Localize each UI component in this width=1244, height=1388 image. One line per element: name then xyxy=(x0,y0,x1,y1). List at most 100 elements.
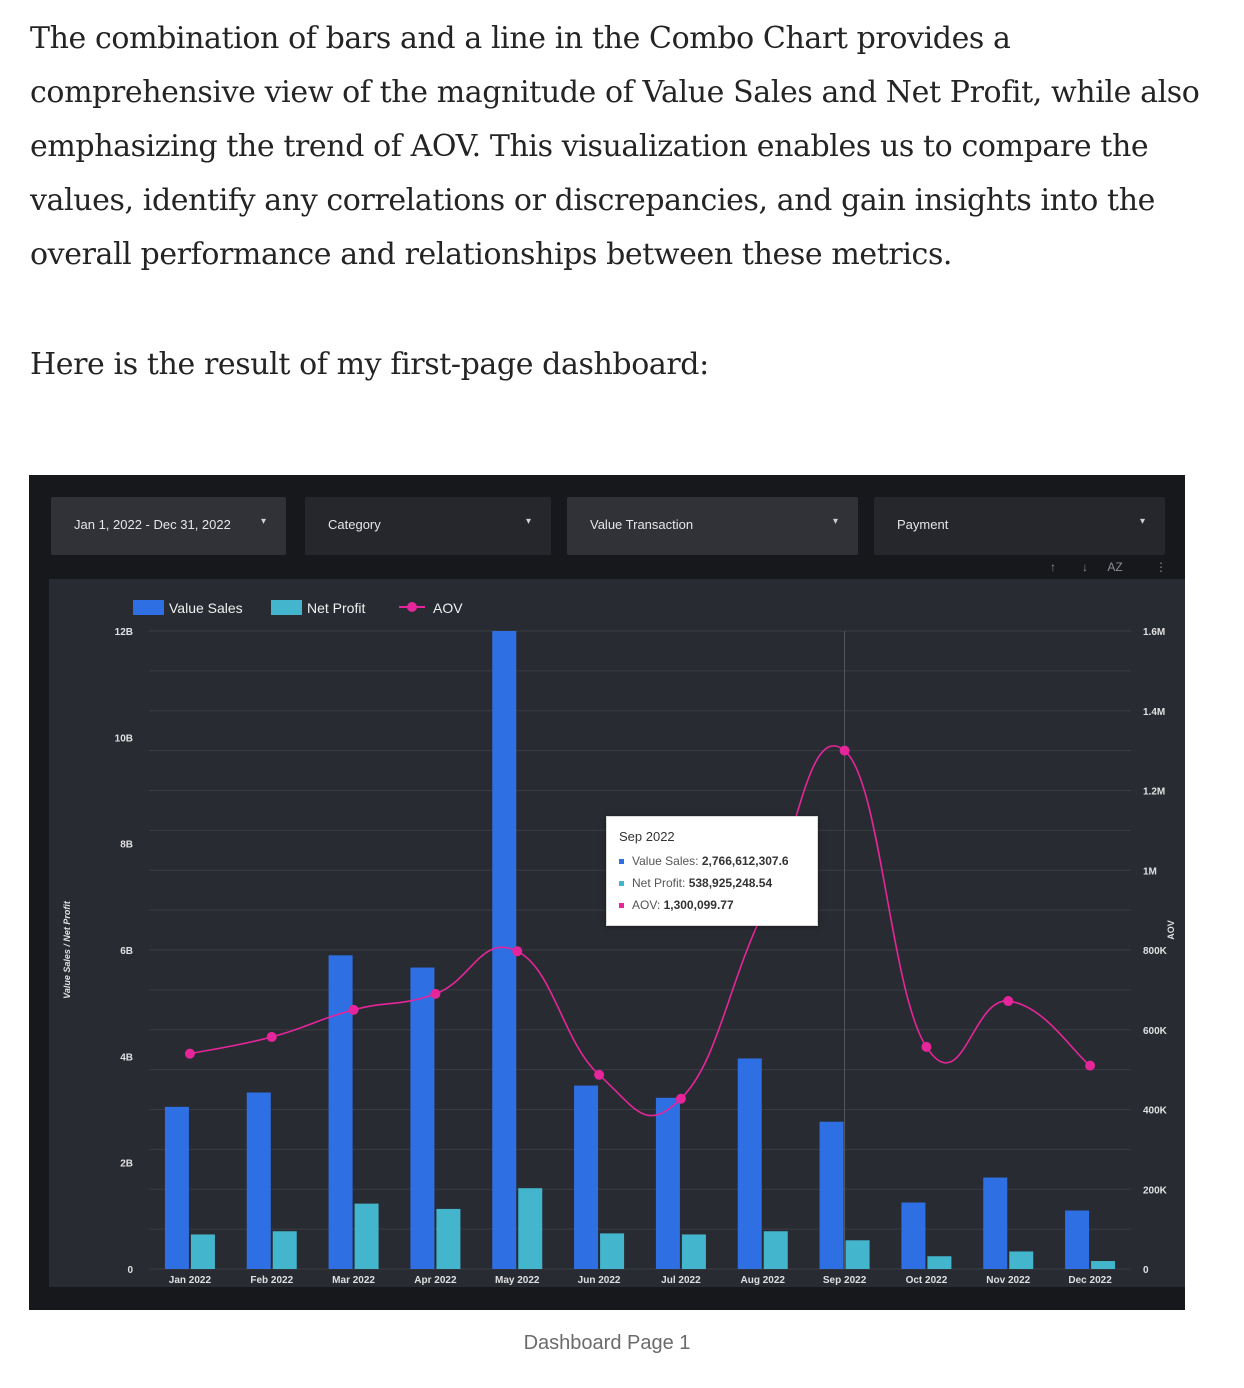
y-left-tick-label: 2B xyxy=(120,1159,133,1170)
payment-label: Payment xyxy=(897,517,949,532)
x-tick-label: Apr 2022 xyxy=(414,1275,457,1286)
x-tick-label: Mar 2022 xyxy=(332,1275,375,1286)
caret-down-icon: ▾ xyxy=(525,516,531,527)
chart-tooltip: Sep 2022 Value Sales: 2,766,612,307.6 Ne… xyxy=(606,816,818,926)
legend-swatch xyxy=(271,600,302,615)
bar-value-sales xyxy=(164,1106,189,1269)
bar-value-sales xyxy=(655,1097,680,1269)
date-range-filter[interactable]: Jan 1, 2022 - Dec 31, 2022 ▾ xyxy=(51,497,286,555)
y-left-tick-label: 0 xyxy=(127,1265,133,1276)
y-right-tick-label: 1.4M xyxy=(1143,707,1165,718)
x-tick-label: May 2022 xyxy=(495,1275,540,1286)
aov-point xyxy=(675,1093,686,1104)
bar-net-profit xyxy=(927,1256,952,1269)
tooltip-row-net-profit: Net Profit: 538,925,248.54 xyxy=(619,876,772,890)
caret-down-icon: ▾ xyxy=(260,516,266,527)
dashboard-screenshot: Jan 1, 2022 - Dec 31, 2022 ▾ Category ▾ … xyxy=(29,475,1185,1310)
tooltip-title: Sep 2022 xyxy=(619,829,675,844)
dashboard-intro-paragraph: Here is the result of my first-page dash… xyxy=(30,347,709,382)
bar-net-profit xyxy=(681,1234,706,1269)
payment-filter[interactable]: Payment ▾ xyxy=(874,497,1165,555)
y-right-tick-label: 800K xyxy=(1143,946,1168,957)
figure-caption: Dashboard Page 1 xyxy=(523,1332,691,1354)
bar-net-profit xyxy=(1091,1261,1116,1269)
legend-label: AOV xyxy=(433,600,463,616)
x-tick-label: Sep 2022 xyxy=(823,1275,867,1286)
bar-net-profit xyxy=(763,1231,788,1269)
bar-value-sales xyxy=(983,1177,1008,1269)
aov-point xyxy=(1085,1060,1096,1071)
bar-value-sales xyxy=(901,1202,926,1269)
bar-value-sales xyxy=(574,1085,599,1269)
bar-net-profit xyxy=(600,1233,625,1269)
y-right-tick-label: 1.6M xyxy=(1143,627,1165,638)
y-right-tick-label: 1M xyxy=(1143,866,1157,877)
bar-value-sales xyxy=(819,1121,844,1269)
y-right-tick-label: 200K xyxy=(1143,1185,1168,1196)
tooltip-row-value-sales: Value Sales: 2,766,612,307.6 xyxy=(619,854,789,868)
y-right-tick-label: 1.2M xyxy=(1143,787,1165,798)
aov-point xyxy=(921,1041,932,1052)
bar-value-sales xyxy=(737,1058,762,1269)
x-tick-label: Nov 2022 xyxy=(986,1275,1030,1286)
category-filter[interactable]: Category ▾ xyxy=(305,497,551,555)
y-left-tick-label: 8B xyxy=(120,840,133,851)
y-left-tick-label: 6B xyxy=(120,946,133,957)
date-range-label: Jan 1, 2022 - Dec 31, 2022 xyxy=(74,517,231,532)
legend-square-icon xyxy=(619,859,624,865)
legend-square-icon xyxy=(619,881,624,887)
bar-value-sales xyxy=(410,967,435,1269)
bar-value-sales xyxy=(328,955,353,1269)
more-vert-icon[interactable]: ⋮ xyxy=(1155,560,1167,574)
y-right-tick-label: 0 xyxy=(1143,1265,1149,1276)
combo-chart-panel: 0 2B 4B 6B 8B 10B 12B 0 200K 400K 600K 800K 1M 1.2M 1.… xyxy=(49,560,1185,1287)
value-transaction-label: Value Transaction xyxy=(590,517,694,532)
aov-point xyxy=(1003,996,1014,1007)
bar-net-profit xyxy=(518,1188,543,1269)
aov-point xyxy=(512,946,523,957)
sort-asc-icon[interactable]: ↑ xyxy=(1050,560,1056,574)
bar-value-sales xyxy=(1065,1210,1090,1269)
x-tick-label: Jul 2022 xyxy=(661,1275,701,1286)
x-tick-label: Jun 2022 xyxy=(578,1275,621,1286)
x-tick-label: Jan 2022 xyxy=(169,1275,212,1286)
bar-net-profit xyxy=(272,1231,297,1269)
y-right-tick-label: 400K xyxy=(1143,1106,1168,1117)
sort-az-icon[interactable]: AZ xyxy=(1107,560,1122,574)
x-tick-label: Dec 2022 xyxy=(1068,1275,1112,1286)
sort-desc-icon[interactable]: ↓ xyxy=(1082,560,1088,574)
y-right-tick-label: 600K xyxy=(1143,1026,1168,1037)
x-tick-label: Feb 2022 xyxy=(250,1275,293,1286)
tooltip-row-aov: AOV: 1,300,099.77 xyxy=(619,898,734,912)
value-transaction-filter[interactable]: Value Transaction ▾ xyxy=(567,497,858,555)
aov-point xyxy=(839,745,850,756)
aov-point xyxy=(184,1048,195,1059)
x-tick-label: Aug 2022 xyxy=(741,1275,786,1286)
aov-point xyxy=(348,1004,359,1015)
legend-marker xyxy=(407,602,417,612)
aov-point xyxy=(594,1069,605,1080)
bar-net-profit xyxy=(354,1203,379,1269)
y-right-axis-title: AOV xyxy=(1166,920,1176,940)
legend-label: Value Sales xyxy=(169,600,243,616)
y-left-tick-label: 12B xyxy=(115,627,133,638)
bar-net-profit xyxy=(1009,1251,1034,1269)
bar-value-sales xyxy=(246,1092,271,1269)
combo-chart: 0 2B 4B 6B 8B 10B 12B 0 200K 400K 600K 800K 1M 1.2M 1.… xyxy=(62,560,1176,1286)
intro-paragraph: The combination of bars and a line in th… xyxy=(30,21,1200,272)
caret-down-icon: ▾ xyxy=(1139,516,1145,527)
legend-swatch xyxy=(133,600,164,615)
y-left-axis-title: Value Sales / Net Profit xyxy=(62,900,72,999)
y-left-tick-label: 10B xyxy=(115,733,133,744)
x-tick-label: Oct 2022 xyxy=(906,1275,948,1286)
aov-point xyxy=(430,988,441,999)
legend-label: Net Profit xyxy=(307,600,365,616)
aov-point xyxy=(266,1031,277,1042)
caret-down-icon: ▾ xyxy=(832,516,838,527)
y-left-tick-label: 4B xyxy=(120,1052,133,1063)
bar-net-profit xyxy=(436,1208,461,1269)
aov-series-line xyxy=(189,745,1091,1117)
category-label: Category xyxy=(328,517,381,532)
bar-net-profit xyxy=(190,1234,215,1269)
bar-net-profit xyxy=(845,1240,870,1269)
